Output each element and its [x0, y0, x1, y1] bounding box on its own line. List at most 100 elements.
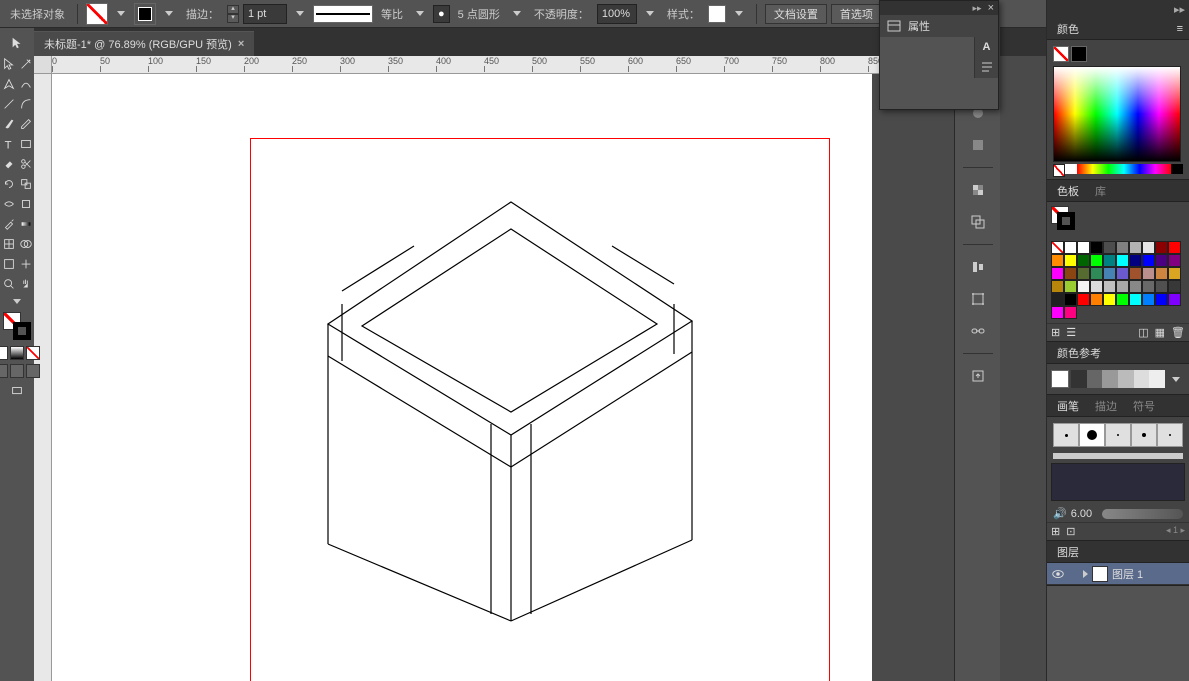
- hand-tool[interactable]: [17, 274, 34, 294]
- libraries-tab[interactable]: 库: [1091, 181, 1110, 201]
- curvature-tool[interactable]: [17, 74, 34, 94]
- popup-collapse-icon[interactable]: ▸▸: [973, 3, 982, 14]
- horizontal-ruler[interactable]: 0501001502002503003504004505005506006507…: [34, 56, 1000, 74]
- new-swatch-icon[interactable]: ◫: [1138, 326, 1148, 339]
- transform-icon[interactable]: [964, 287, 992, 311]
- stroke-tab2[interactable]: 描边: [1091, 396, 1121, 416]
- collapse-icon[interactable]: ▸▸: [1174, 3, 1185, 16]
- rotate-tool[interactable]: [0, 174, 17, 194]
- swatch-color[interactable]: [1064, 267, 1077, 280]
- swatch-color[interactable]: [1116, 293, 1129, 306]
- swatch-color[interactable]: [1077, 254, 1090, 267]
- zoom-tool[interactable]: [0, 274, 17, 294]
- swatch-color[interactable]: [1155, 293, 1168, 306]
- opacity-dropdown[interactable]: [641, 3, 659, 25]
- guide-color[interactable]: [1134, 370, 1150, 388]
- fill-solid-mode[interactable]: [0, 346, 8, 360]
- shape-builder-tool[interactable]: [17, 234, 34, 254]
- swatch-color[interactable]: [1051, 280, 1064, 293]
- swatch-none[interactable]: [1051, 241, 1064, 254]
- guide-color[interactable]: [1118, 370, 1134, 388]
- guide-color[interactable]: [1071, 370, 1087, 388]
- brush-tab[interactable]: 画笔: [1053, 396, 1083, 416]
- draw-behind-mode[interactable]: [10, 364, 24, 378]
- profile-dropdown[interactable]: [508, 3, 526, 25]
- fill-color-swatch[interactable]: [86, 3, 108, 25]
- swatch-color[interactable]: [1103, 241, 1116, 254]
- stroke-dash-preview[interactable]: [313, 5, 373, 23]
- swatch-color[interactable]: [1142, 254, 1155, 267]
- tools-expand-icon[interactable]: [0, 294, 34, 308]
- align-panel-icon[interactable]: [964, 255, 992, 279]
- free-transform-tool[interactable]: [17, 194, 34, 214]
- stroke-mini-swatch[interactable]: [1071, 46, 1087, 62]
- swatch-color[interactable]: [1103, 267, 1116, 280]
- swatch-color[interactable]: [1168, 280, 1181, 293]
- expand-layer-icon[interactable]: [1083, 570, 1088, 578]
- document-tab[interactable]: 未标题-1* @ 76.89% (RGB/GPU 预览) ×: [34, 31, 254, 56]
- swatch-color[interactable]: [1142, 280, 1155, 293]
- brush-opts-icon[interactable]: ⊡: [1066, 525, 1075, 538]
- symbol-tab[interactable]: 符号: [1129, 396, 1159, 416]
- swatch-color[interactable]: [1155, 254, 1168, 267]
- swatch-color[interactable]: [1103, 293, 1116, 306]
- swatch-color[interactable]: [1116, 267, 1129, 280]
- swatch-color[interactable]: [1168, 267, 1181, 280]
- line-tool[interactable]: [0, 94, 17, 114]
- popup-titlebar[interactable]: ▸▸ ×: [880, 1, 998, 15]
- fill-gradient-mode[interactable]: [10, 346, 24, 360]
- swatch-color[interactable]: [1129, 293, 1142, 306]
- color-spectrum[interactable]: [1053, 66, 1181, 162]
- swatch-color[interactable]: [1129, 267, 1142, 280]
- stroke-color-swatch[interactable]: [134, 3, 156, 25]
- swatch-color[interactable]: [1077, 293, 1090, 306]
- swatch-color[interactable]: [1090, 254, 1103, 267]
- ruler-origin[interactable]: [34, 56, 52, 74]
- swatch-color[interactable]: [1103, 254, 1116, 267]
- swatch-color[interactable]: [1103, 280, 1116, 293]
- layer-row[interactable]: 图层 1: [1047, 563, 1189, 585]
- swatch-color[interactable]: [1090, 241, 1103, 254]
- swatch-color[interactable]: [1077, 280, 1090, 293]
- stroke-swatch-dropdown[interactable]: [160, 3, 178, 25]
- pencil-tool[interactable]: [17, 114, 34, 134]
- fill-none-mode[interactable]: [26, 346, 40, 360]
- brush-preset-2[interactable]: [1079, 423, 1105, 447]
- brush-tool[interactable]: [0, 114, 17, 134]
- swatch-color[interactable]: [1090, 267, 1103, 280]
- swatch-color[interactable]: [1168, 254, 1181, 267]
- dash-dropdown[interactable]: [411, 3, 429, 25]
- guide-base-swatch[interactable]: [1051, 370, 1069, 388]
- brush-preset-1[interactable]: [1053, 423, 1079, 447]
- swatch-color[interactable]: [1051, 254, 1064, 267]
- swatch-color[interactable]: [1168, 241, 1181, 254]
- swatch-color[interactable]: [1077, 241, 1090, 254]
- delete-swatch-icon[interactable]: 🗑: [1171, 326, 1185, 339]
- eraser-tool[interactable]: [0, 154, 17, 174]
- brush-preset-4[interactable]: [1131, 423, 1157, 447]
- layer-name[interactable]: 图层 1: [1112, 566, 1143, 582]
- visibility-icon[interactable]: [1051, 567, 1065, 581]
- swatch-color[interactable]: [1155, 241, 1168, 254]
- links-icon[interactable]: [964, 319, 992, 343]
- brush-size-value[interactable]: 6.00: [1071, 508, 1092, 520]
- char-panel-icon[interactable]: A: [983, 41, 991, 53]
- scissors-tool[interactable]: [17, 154, 34, 174]
- canvas[interactable]: [52, 74, 1000, 681]
- magic-wand-tool[interactable]: [17, 54, 34, 74]
- swatch-color[interactable]: [1142, 267, 1155, 280]
- panel-menu-icon[interactable]: ≡: [1177, 23, 1183, 35]
- swatch-color[interactable]: [1155, 267, 1168, 280]
- gradient-tool[interactable]: [17, 214, 34, 234]
- guide-dropdown[interactable]: [1167, 368, 1185, 390]
- fill-mini-swatch[interactable]: [1053, 46, 1069, 62]
- artboard-tool[interactable]: [0, 254, 17, 274]
- swatch-color[interactable]: [1129, 280, 1142, 293]
- fill-dropdown[interactable]: [112, 3, 130, 25]
- swatch-lib-icon[interactable]: ⊞: [1051, 326, 1060, 339]
- swatch-color[interactable]: [1116, 280, 1129, 293]
- swatch-color[interactable]: [1142, 241, 1155, 254]
- brush-preset-5[interactable]: [1157, 423, 1183, 447]
- draw-normal-mode[interactable]: [0, 364, 8, 378]
- guide-color[interactable]: [1087, 370, 1103, 388]
